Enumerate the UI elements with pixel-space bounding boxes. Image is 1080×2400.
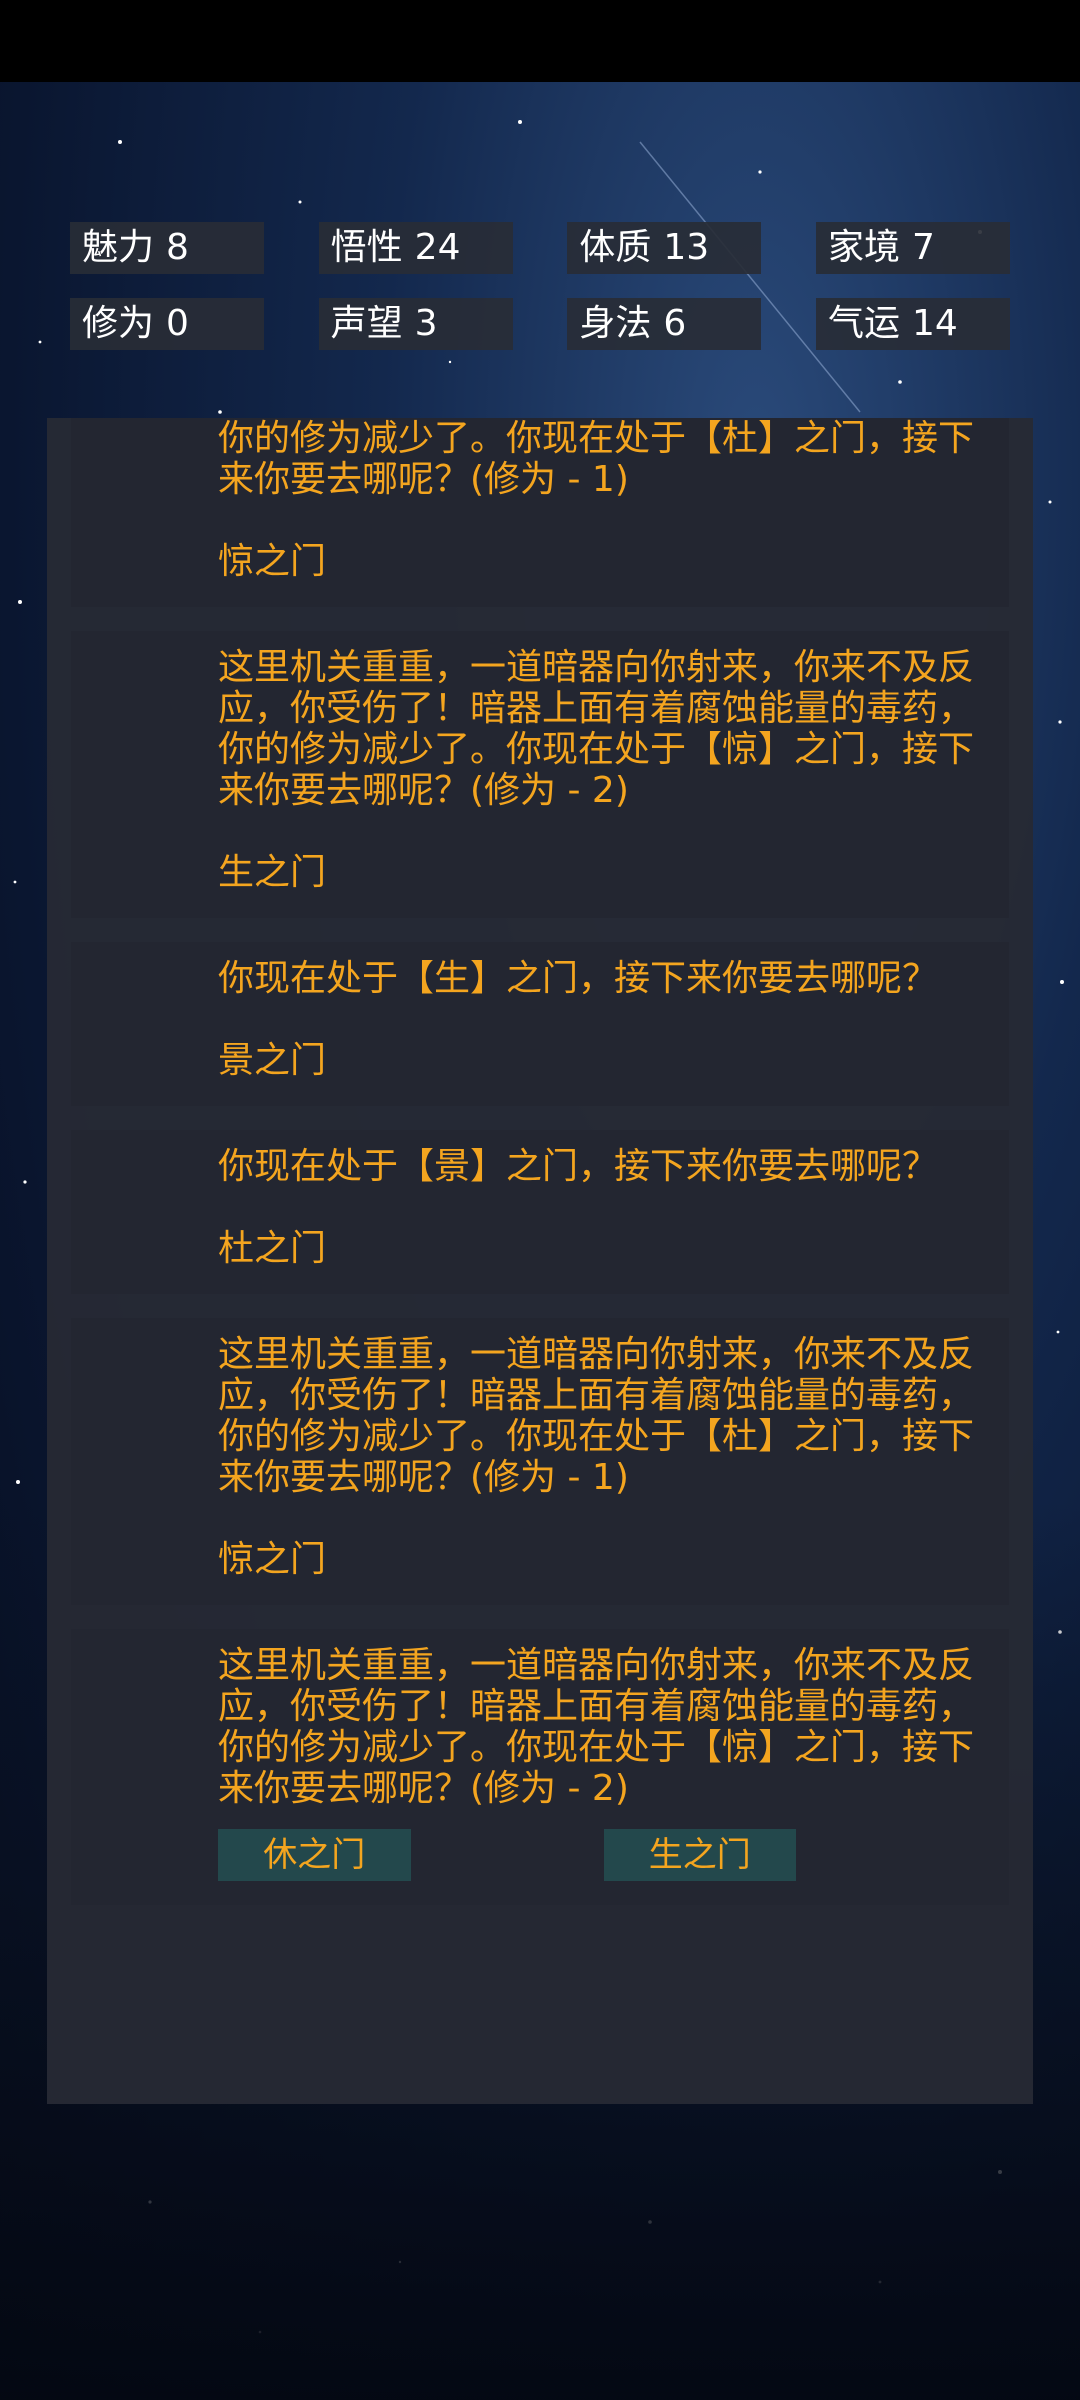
attribute-row: 魅力 8 悟性 24 体质 13 家境 7: [70, 222, 1010, 274]
event-card: 你现在处于【景】之门，接下来你要去哪呢？ 杜之门: [71, 1130, 1009, 1294]
event-card: 这里机关重重，一道暗器向你射来，你来不及反应，你受伤了！暗器上面有着腐蚀能量的毒…: [71, 418, 1009, 607]
event-message: 你现在处于【景】之门，接下来你要去哪呢？: [218, 1146, 939, 1187]
event-choice: 惊之门: [218, 1539, 327, 1580]
event-card: 这里机关重重，一道暗器向你射来，你来不及反应，你受伤了！暗器上面有着腐蚀能量的毒…: [71, 1318, 1009, 1605]
stat-family: 家境 7: [815, 222, 1010, 274]
choice-button-sheng[interactable]: 生之门: [603, 1829, 796, 1881]
event-choice: 惊之门: [218, 541, 327, 582]
choice-buttons: 休之门 生之门: [218, 1829, 989, 1881]
event-choice: 景之门: [218, 1040, 327, 1081]
event-message: 这里机关重重，一道暗器向你射来，你来不及反应，你受伤了！暗器上面有着腐蚀能量的毒…: [218, 1334, 975, 1498]
stat-reputation: 声望 3: [318, 298, 513, 350]
status-bar: [0, 0, 1080, 82]
stat-agility: 身法 6: [567, 298, 762, 350]
event-message: 这里机关重重，一道暗器向你射来，你来不及反应，你受伤了！暗器上面有着腐蚀能量的毒…: [218, 647, 975, 811]
event-message: 你现在处于【生】之门，接下来你要去哪呢？: [218, 958, 939, 999]
event-choice: 生之门: [218, 852, 327, 893]
event-card: 这里机关重重，一道暗器向你射来，你来不及反应，你受伤了！暗器上面有着腐蚀能量的毒…: [71, 631, 1009, 918]
stat-comprehension: 悟性 24: [318, 222, 513, 274]
stat-cultivation: 修为 0: [70, 298, 264, 350]
event-log: 这里机关重重，一道暗器向你射来，你来不及反应，你受伤了！暗器上面有着腐蚀能量的毒…: [71, 418, 1009, 1929]
stat-charm: 魅力 8: [70, 222, 264, 274]
game-screen: 魅力8 悟性24 体质13 家境7 修为0 声望3 身法6 气运14 这里机关重…: [0, 0, 1080, 2400]
choice-button-xiu[interactable]: 休之门: [218, 1829, 411, 1881]
event-card: 你现在处于【生】之门，接下来你要去哪呢？ 景之门: [71, 942, 1009, 1106]
event-choice: 杜之门: [218, 1228, 327, 1269]
attribute-grid: 魅力 8 悟性 24 体质 13 家境 7 修为 0 声望 3 身法 6 气运 14: [70, 222, 1010, 374]
event-message: 这里机关重重，一道暗器向你射来，你来不及反应，你受伤了！暗器上面有着腐蚀能量的毒…: [218, 418, 975, 500]
stat-luck: 气运 14: [815, 298, 1010, 350]
current-event-card: 这里机关重重，一道暗器向你射来，你来不及反应，你受伤了！暗器上面有着腐蚀能量的毒…: [71, 1629, 1009, 1905]
event-log-panel[interactable]: 这里机关重重，一道暗器向你射来，你来不及反应，你受伤了！暗器上面有着腐蚀能量的毒…: [47, 418, 1033, 2104]
attribute-row: 修为 0 声望 3 身法 6 气运 14: [70, 298, 1010, 350]
current-event-message: 这里机关重重，一道暗器向你射来，你来不及反应，你受伤了！暗器上面有着腐蚀能量的毒…: [218, 1645, 975, 1809]
stat-constitution: 体质 13: [567, 222, 762, 274]
